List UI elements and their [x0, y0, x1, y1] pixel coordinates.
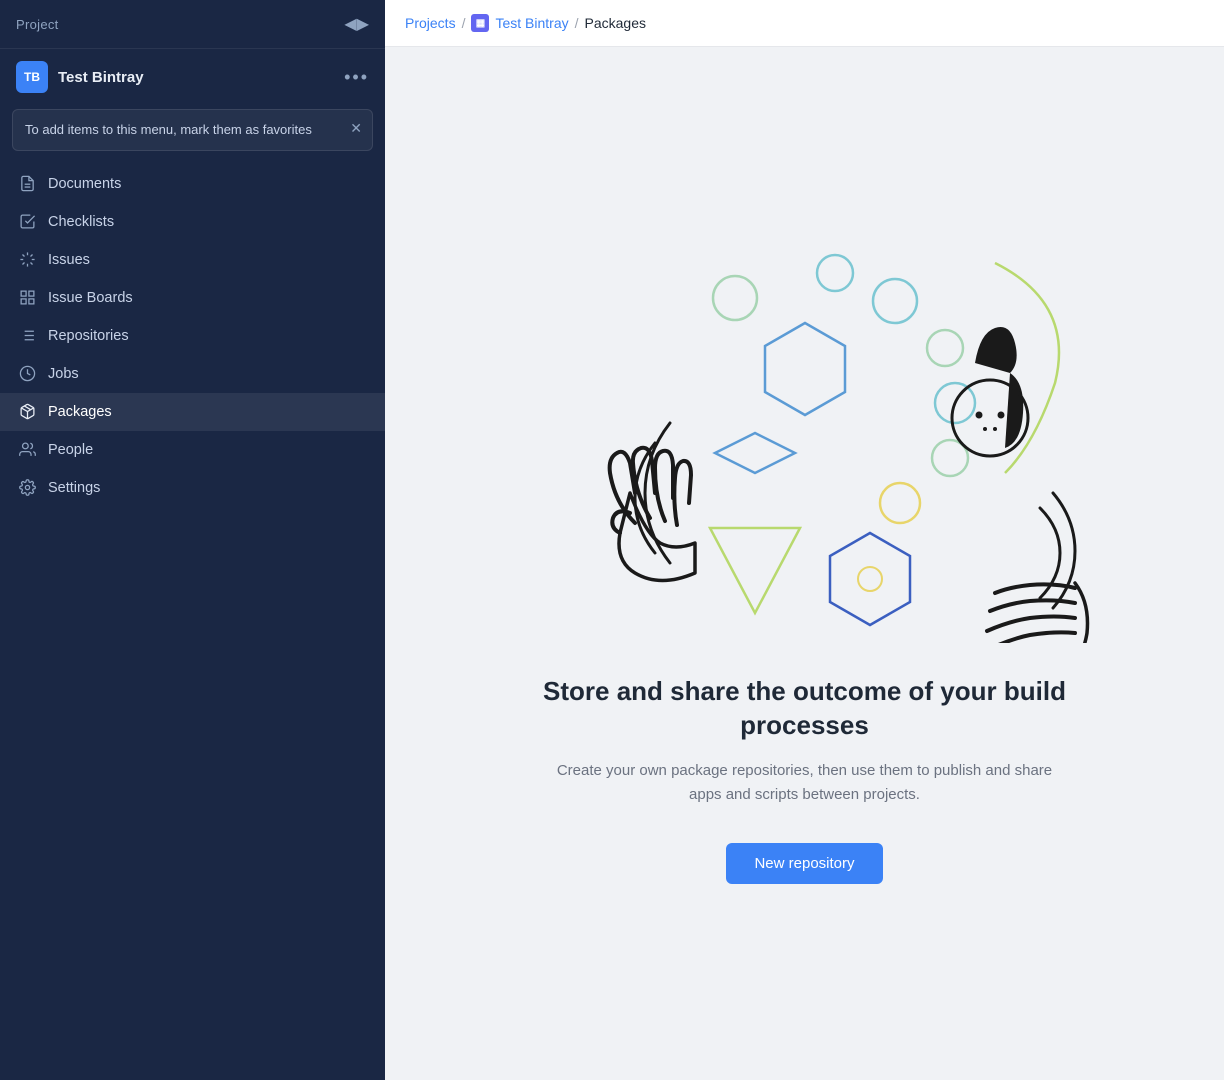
sidebar-item-checklists[interactable]: Checklists: [0, 203, 385, 241]
breadcrumb: Projects / ▦ Test Bintray / Packages: [385, 0, 1224, 47]
repositories-label: Repositories: [48, 328, 129, 344]
collapse-icon[interactable]: ◀▶: [344, 14, 369, 34]
sidebar-item-jobs[interactable]: Jobs: [0, 355, 385, 393]
issue-boards-icon: [18, 289, 36, 307]
sidebar-item-packages[interactable]: Packages: [0, 393, 385, 431]
jobs-label: Jobs: [48, 366, 79, 382]
packages-icon: [18, 403, 36, 421]
breadcrumb-current: Packages: [585, 15, 646, 31]
issues-icon: [18, 251, 36, 269]
issues-label: Issues: [48, 252, 90, 268]
breadcrumb-projects[interactable]: Projects: [405, 15, 456, 31]
subtext: Create your own package repositories, th…: [545, 759, 1065, 807]
tooltip-close-button[interactable]: ✕: [350, 118, 362, 139]
checklists-icon: [18, 213, 36, 231]
settings-label: Settings: [48, 480, 100, 496]
sidebar-header: Project ◀▶: [0, 0, 385, 49]
tooltip-banner: To add items to this menu, mark them as …: [12, 109, 373, 151]
group-icon: ▦: [471, 14, 489, 32]
people-label: People: [48, 442, 93, 458]
breadcrumb-sep2: /: [575, 15, 579, 31]
sidebar-header-controls: ◀▶: [344, 14, 369, 34]
tooltip-text: To add items to this menu, mark them as …: [25, 122, 312, 137]
sidebar-item-issue-boards[interactable]: Issue Boards: [0, 279, 385, 317]
headline: Store and share the outcome of your buil…: [525, 675, 1085, 743]
project-more-button[interactable]: •••: [344, 67, 369, 88]
repositories-icon: [18, 327, 36, 345]
packages-label: Packages: [48, 404, 112, 420]
sidebar: Project ◀▶ TB Test Bintray ••• To add it…: [0, 0, 385, 1080]
settings-icon: [18, 479, 36, 497]
project-name: Test Bintray: [58, 69, 344, 86]
breadcrumb-group[interactable]: Test Bintray: [495, 15, 568, 31]
documents-label: Documents: [48, 176, 121, 192]
project-avatar: TB: [16, 61, 48, 93]
sidebar-item-repositories[interactable]: Repositories: [0, 317, 385, 355]
main-content: Projects / ▦ Test Bintray / Packages: [385, 0, 1224, 1080]
nav-list: Documents Checklists: [0, 159, 385, 1080]
packages-illustration: [515, 243, 1095, 643]
sidebar-title: Project: [16, 17, 59, 32]
project-row: TB Test Bintray •••: [0, 49, 385, 105]
documents-icon: [18, 175, 36, 193]
sidebar-item-issues[interactable]: Issues: [0, 241, 385, 279]
sidebar-item-people[interactable]: People: [0, 431, 385, 469]
issue-boards-label: Issue Boards: [48, 290, 133, 306]
jobs-icon: [18, 365, 36, 383]
breadcrumb-sep1: /: [462, 15, 466, 31]
new-repository-button[interactable]: New repository: [726, 843, 882, 884]
checklists-label: Checklists: [48, 214, 114, 230]
people-icon: [18, 441, 36, 459]
content-area: Store and share the outcome of your buil…: [385, 47, 1224, 1080]
sidebar-item-settings[interactable]: Settings: [0, 469, 385, 507]
sidebar-item-documents[interactable]: Documents: [0, 165, 385, 203]
